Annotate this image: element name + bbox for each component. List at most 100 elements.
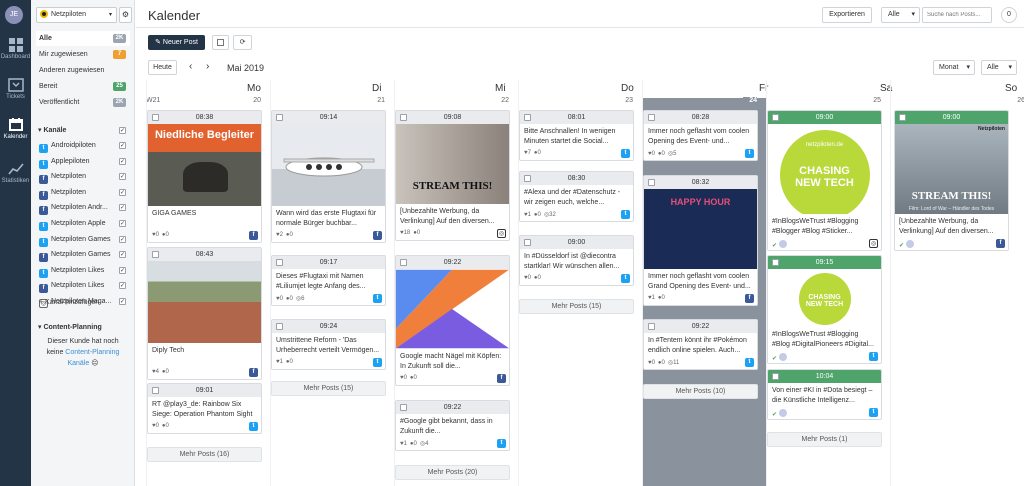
post-image[interactable] xyxy=(396,269,509,349)
post-card[interactable]: 08:28 Immer noch geflasht vom coolen Open… xyxy=(643,110,758,161)
day-column[interactable]: Mi 22 09:08 STREAM THIS! [Unbezahlte Werbung… xyxy=(394,80,518,486)
post-image[interactable]: CHASING NEW TECH xyxy=(768,269,881,327)
assignee-avatar[interactable] xyxy=(778,353,787,361)
post-card[interactable]: 09:24 Umstrittene Reform - 'Das Urheberre… xyxy=(271,319,386,370)
post-select-checkbox[interactable] xyxy=(152,251,159,258)
post-select-checkbox[interactable] xyxy=(648,179,655,186)
post-select-checkbox[interactable] xyxy=(400,259,407,266)
day-column[interactable]: So 26 09:00 Film: Lord of War – Händler des… xyxy=(890,80,1024,486)
assignee-avatar[interactable] xyxy=(778,240,787,248)
day-column[interactable]: Mo 20 08:38 Niedliche Begleiter GIGA GAMES ♥0… xyxy=(146,80,270,486)
post-card[interactable]: 09:01 RT @play3_de: Rainbow Six Siege: Op… xyxy=(147,383,262,434)
filter-assigned-to-others[interactable]: Anderen zugewiesen xyxy=(36,63,130,78)
post-select-checkbox[interactable] xyxy=(152,114,159,121)
post-card[interactable]: 09:00 In #Düsseldorf ist @diecontra start… xyxy=(519,235,634,286)
post-select-checkbox[interactable] xyxy=(899,114,906,121)
channels-header[interactable]: ▾ Kanäle xyxy=(38,126,66,134)
more-posts-button[interactable]: Mehr Posts (15) xyxy=(519,299,634,314)
post-image[interactable] xyxy=(272,124,385,206)
today-button[interactable]: Heute xyxy=(148,60,177,75)
search-input[interactable] xyxy=(922,7,992,23)
post-select-checkbox[interactable] xyxy=(400,404,407,411)
post-image[interactable]: Film: Lord of War – Händler des Todes Net… xyxy=(895,124,1008,214)
post-card[interactable]: 08:01 Bitte Anschnallen! In wenigen Minut… xyxy=(519,110,634,161)
header-filter-select[interactable]: Alle ▾ xyxy=(881,7,920,23)
post-card[interactable]: 09:17 Dieses #Flugtaxi mit Namen #Liliumj… xyxy=(271,255,386,306)
more-posts-button[interactable]: Mehr Posts (10) xyxy=(643,384,758,399)
filter-ready[interactable]: Bereit 25 xyxy=(36,79,130,94)
post-select-checkbox[interactable] xyxy=(276,114,283,121)
more-posts-button[interactable]: Mehr Posts (1) xyxy=(767,432,882,447)
channel-checkbox[interactable]: ✓ xyxy=(119,235,126,243)
avatar[interactable]: JE xyxy=(5,6,23,24)
post-image[interactable]: STREAM THIS! xyxy=(396,124,509,204)
new-post-button[interactable]: ✎ Neuer Post xyxy=(148,35,205,50)
view-select[interactable]: Monat ▾ xyxy=(933,60,975,75)
channel-checkbox[interactable]: ✓ xyxy=(119,282,126,290)
workspace-select[interactable]: Netzpiloten ▾ xyxy=(36,7,117,23)
channel-checkbox[interactable]: ✓ xyxy=(119,173,126,181)
calendar-filter-select[interactable]: Alle ▾ xyxy=(981,60,1017,75)
post-card[interactable]: 08:38 Niedliche Begleiter GIGA GAMES ♥0 ●0 f xyxy=(147,110,262,243)
more-posts-button[interactable]: Mehr Posts (15) xyxy=(271,381,386,396)
post-card[interactable]: 09:08 STREAM THIS! [Unbezahlte Werbung, da… xyxy=(395,110,510,241)
post-card[interactable]: 09:00 Film: Lord of War – Händler des Tod… xyxy=(894,110,1009,251)
rail-dashboard[interactable]: Dashboard xyxy=(0,38,31,60)
assignee-avatar[interactable] xyxy=(778,409,787,417)
post-image[interactable]: netzpiloten.de CHASING NEW TECH xyxy=(768,124,881,214)
post-card[interactable]: 09:00 netzpiloten.de CHASING NEW TECH #InBl… xyxy=(767,110,882,251)
post-select-checkbox[interactable] xyxy=(772,114,779,121)
channel-checkbox[interactable]: ✓ xyxy=(119,251,126,259)
post-card[interactable]: 09:22 In #Tentem könnt ihr #Pokémon endli… xyxy=(643,319,758,370)
channel-checkbox[interactable]: ✓ xyxy=(119,204,126,212)
channel-checkbox[interactable]: ✓ xyxy=(119,220,126,227)
rail-calendar[interactable]: Kalender xyxy=(0,118,31,140)
filter-published[interactable]: Veröffentlicht 2K xyxy=(36,95,130,110)
day-column[interactable]: Sa 25 09:00 netzpiloten.de CHASING NEW TECH #… xyxy=(766,80,892,486)
filter-all[interactable]: Alle 2K xyxy=(36,31,130,46)
export-button[interactable]: Exportieren xyxy=(822,7,872,23)
rail-statistics[interactable]: Statistiken xyxy=(0,162,31,184)
channel-checkbox[interactable]: ✓ xyxy=(119,142,126,149)
post-image[interactable]: Niedliche Begleiter xyxy=(148,124,261,206)
post-select-checkbox[interactable] xyxy=(524,239,531,246)
post-select-checkbox[interactable] xyxy=(276,323,283,330)
day-column[interactable]: Do 23 08:01 Bitte Anschnallen! In wenigen M… xyxy=(518,80,642,486)
channel-checkbox[interactable]: ✓ xyxy=(119,266,126,274)
post-select-checkbox[interactable] xyxy=(524,114,531,121)
cp-link[interactable]: Content-Planning xyxy=(65,349,119,356)
cp-link-2[interactable]: Kanäle xyxy=(67,360,89,367)
post-select-checkbox[interactable] xyxy=(400,114,407,121)
post-select-checkbox[interactable] xyxy=(772,259,779,266)
day-column[interactable]: Fr 24 08:28 Immer noch geflasht vom coolen … xyxy=(642,80,768,486)
more-posts-button[interactable]: Mehr Posts (20) xyxy=(395,465,510,480)
more-posts-button[interactable]: Mehr Posts (16) xyxy=(147,447,262,462)
channel-checkbox[interactable]: ✓ xyxy=(119,157,126,165)
filter-assigned-to-me[interactable]: Mir zugewiesen 7 xyxy=(36,47,130,62)
post-select-checkbox[interactable] xyxy=(648,323,655,330)
prev-month-button[interactable]: ‹ xyxy=(189,61,192,72)
post-image[interactable]: HAPPY HOUR xyxy=(644,189,757,269)
settings-button[interactable]: ⚙ xyxy=(119,7,132,23)
day-column[interactable]: Di 21 09:14 Wann wird das erste Flugtaxi fü… xyxy=(270,80,394,486)
post-select-checkbox[interactable] xyxy=(648,114,655,121)
select-mode-button[interactable] xyxy=(212,35,229,50)
post-card[interactable]: 09:22 Google macht Nägel mit Köpfen: In Z… xyxy=(395,255,510,386)
post-card[interactable]: 10:04 Von einer #KI in #Dota besiegt – di… xyxy=(767,369,882,420)
assignee-avatar[interactable] xyxy=(905,240,914,248)
post-card[interactable]: 08:32 HAPPY HOUR Immer noch geflasht vom c… xyxy=(643,175,758,306)
post-card[interactable]: 09:15 CHASING NEW TECH #InBlogsWeTrust #Bl… xyxy=(767,255,882,364)
post-card[interactable]: 08:43 Diply Tech ♥4 ●0 f xyxy=(147,247,262,380)
content-planning-header[interactable]: ▾ Content-Planning xyxy=(38,323,102,331)
channel-checkbox[interactable]: ✓ xyxy=(119,188,126,196)
next-month-button[interactable]: › xyxy=(206,61,209,72)
post-card[interactable]: 08:30 #Alexa und der #Datenschutz - wir z… xyxy=(519,171,634,222)
post-card[interactable]: 09:14 Wann wird das erste Flugtaxi für no… xyxy=(271,110,386,243)
rail-tickets[interactable]: Tickets xyxy=(0,78,31,100)
post-select-checkbox[interactable] xyxy=(772,373,779,380)
channels-select-all-checkbox[interactable]: ✓ xyxy=(119,127,126,134)
refresh-button[interactable]: ⟳ xyxy=(233,35,252,50)
post-select-checkbox[interactable] xyxy=(276,259,283,266)
post-select-checkbox[interactable] xyxy=(524,175,531,182)
notification-count[interactable]: 0 xyxy=(1001,7,1017,23)
